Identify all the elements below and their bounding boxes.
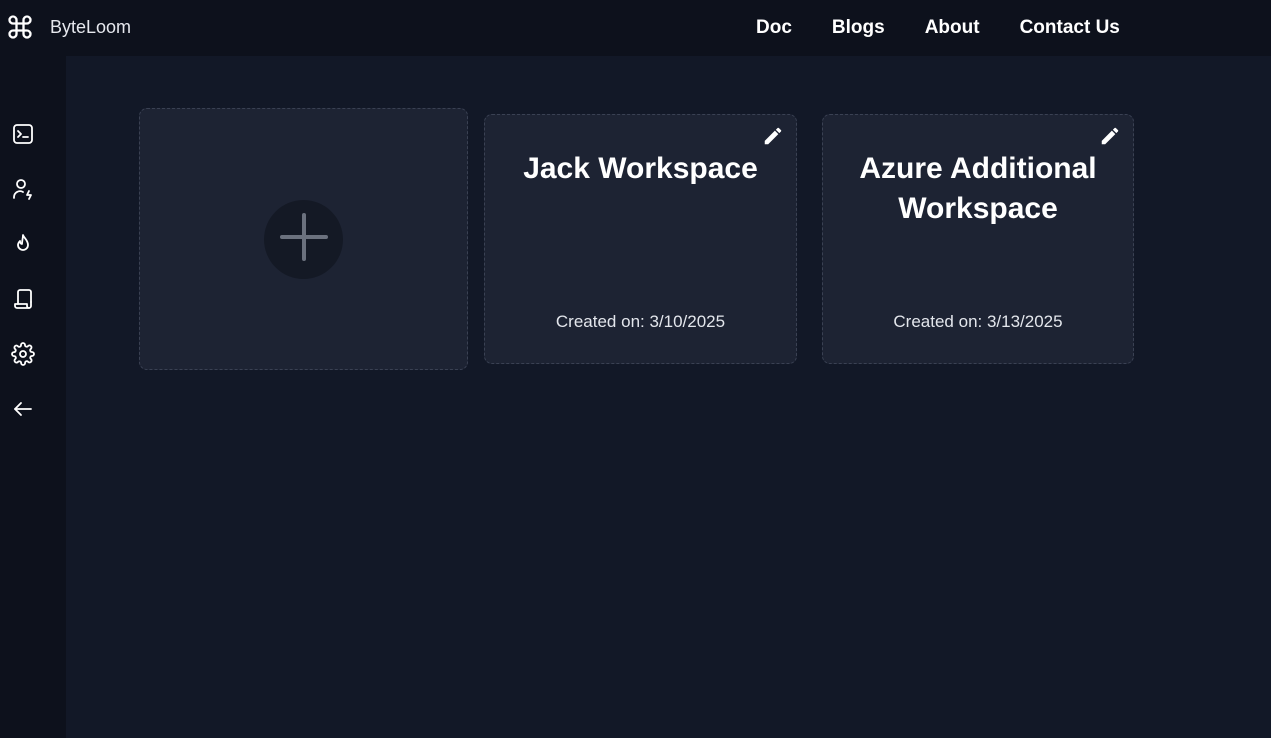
sidebar-item-scroll[interactable] (10, 288, 36, 314)
command-icon (6, 13, 34, 41)
add-workspace-card[interactable] (139, 108, 468, 370)
top-navigation-bar: ByteLoom Doc Blogs About Contact Us (0, 0, 1271, 56)
workspace-created-date: Created on: 3/10/2025 (555, 312, 726, 331)
nav-link-about[interactable]: About (925, 17, 980, 39)
edit-workspace-button[interactable] (762, 127, 784, 149)
brand[interactable]: ByteLoom (6, 11, 131, 43)
scroll-icon (11, 287, 35, 316)
arrow-left-icon (11, 397, 35, 426)
sidebar-item-flame[interactable] (10, 233, 36, 259)
workspace-card[interactable]: Jack Workspace Created on: 3/10/2025 (484, 114, 797, 364)
user-bolt-icon (11, 177, 35, 206)
nav-link-blogs[interactable]: Blogs (832, 17, 885, 39)
sidebar-item-back[interactable] (10, 398, 36, 424)
plus-icon (277, 210, 331, 269)
nav-link-doc[interactable]: Doc (756, 17, 792, 39)
add-workspace-button[interactable] (264, 200, 343, 279)
gear-icon (11, 341, 35, 371)
workspace-title: Azure Additional Workspace (859, 152, 1097, 225)
pencil-icon (762, 125, 784, 152)
sidebar (0, 56, 66, 738)
sidebar-item-user[interactable] (10, 178, 36, 204)
pencil-icon (1099, 125, 1121, 152)
flame-icon (11, 232, 35, 261)
workspace-created-date: Created on: 3/13/2025 (893, 312, 1063, 331)
nav-link-contact-us[interactable]: Contact Us (1020, 17, 1120, 39)
sidebar-item-terminal[interactable] (10, 123, 36, 149)
workspace-title: Jack Workspace (523, 152, 758, 185)
brand-name: ByteLoom (50, 16, 132, 37)
terminal-icon (11, 122, 35, 151)
sidebar-item-settings[interactable] (10, 341, 36, 371)
main-nav: Doc Blogs About Contact Us (756, 0, 1160, 56)
workspace-card[interactable]: Azure Additional Workspace Created on: 3… (822, 114, 1134, 364)
edit-workspace-button[interactable] (1099, 127, 1121, 149)
